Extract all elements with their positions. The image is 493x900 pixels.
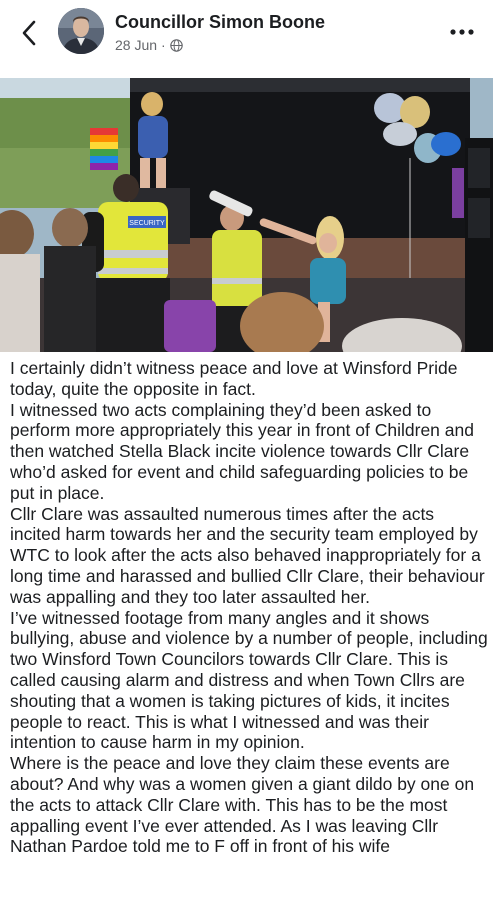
- post-date[interactable]: 28 Jun: [115, 37, 157, 53]
- post-paragraph: Where is the peace and love they claim t…: [10, 753, 475, 857]
- security-sign: SECURITY: [129, 220, 165, 227]
- meta-separator: ·: [161, 37, 166, 53]
- back-button[interactable]: [14, 18, 44, 48]
- more-options-button[interactable]: [446, 20, 478, 44]
- post-paragraph: I witnessed two acts complaining they’d …: [10, 399, 474, 503]
- post-header: Councillor Simon Boone 28 Jun ·: [0, 0, 493, 66]
- avatar[interactable]: [58, 8, 104, 54]
- post-photo[interactable]: SECURITY: [0, 78, 493, 352]
- post-paragraph: I certainly didn’t witness peace and lov…: [10, 358, 458, 399]
- more-dots-icon: [450, 29, 474, 35]
- thumbs-up-icon[interactable]: [440, 350, 474, 352]
- post-paragraph: Cllr Clare was assaulted numerous times …: [10, 503, 485, 607]
- author-name[interactable]: Councillor Simon Boone: [115, 12, 325, 33]
- pride-flag: [90, 128, 118, 170]
- globe-icon: [169, 38, 183, 52]
- post-meta: 28 Jun ·: [115, 37, 183, 53]
- post-body: I certainly didn’t witness peace and lov…: [10, 358, 488, 900]
- post-paragraph: I’ve witnessed footage from many angles …: [10, 607, 488, 753]
- chevron-left-icon: [22, 20, 36, 46]
